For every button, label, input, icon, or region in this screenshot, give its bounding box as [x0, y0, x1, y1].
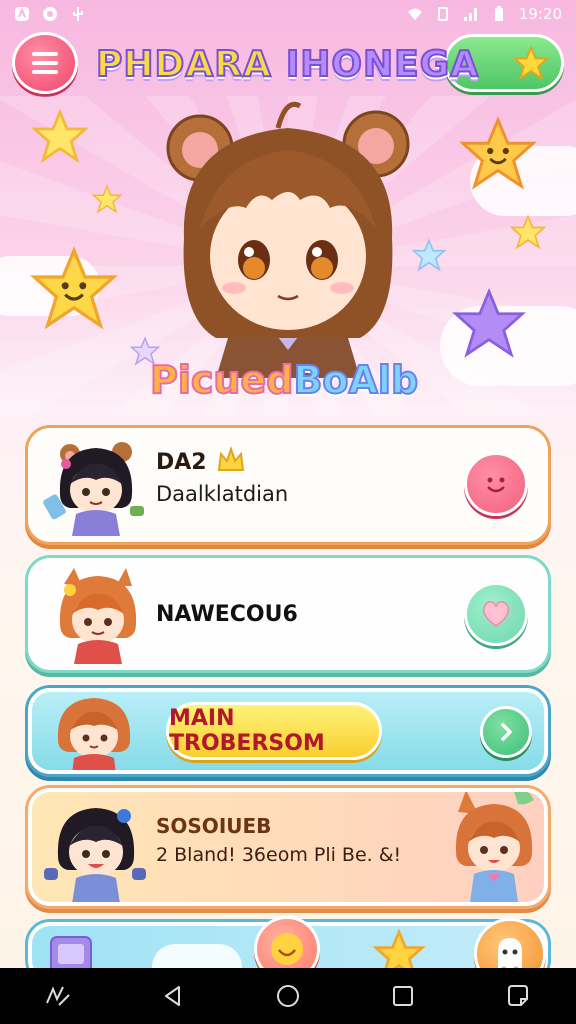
game-title-part2: IHONEGA [285, 43, 480, 86]
star-icon [513, 45, 549, 81]
menu-card-main[interactable]: MAIN TROBERSOM [28, 688, 548, 774]
star-icon [92, 184, 122, 214]
heart-icon [483, 601, 509, 627]
card-subtitle: Daalklatdian [156, 482, 289, 506]
main-character-avatar [166, 101, 410, 378]
menu-card-sosoiueb[interactable]: SOSOIUEB 2 Bland! 36eom Pli Be. &! [28, 788, 548, 906]
hamburger-icon [32, 52, 58, 56]
menu-card-nawecou6[interactable]: NAWECOU6 [28, 558, 548, 670]
wifi-icon [407, 8, 422, 20]
star-icon [510, 214, 546, 250]
character-avatar [57, 698, 131, 770]
card-title: SOSOIUEB [156, 814, 272, 838]
back-icon[interactable] [159, 982, 187, 1010]
card-title: NAWECOU6 [156, 602, 298, 627]
smiling-star-icon [30, 246, 118, 330]
main-action-button[interactable]: MAIN TROBERSOM [166, 702, 382, 760]
card-subtitle: 2 Bland! 36eom Pli Be. &! [156, 844, 402, 866]
hero-banner: Picued BoAlb [0, 96, 576, 416]
smile-icon [271, 933, 303, 965]
next-button[interactable] [480, 706, 532, 758]
character-avatar [43, 442, 144, 536]
star-icon [32, 108, 88, 164]
android-nav-bar [0, 968, 576, 1024]
game-title: PHDARA IHONEGA [95, 34, 480, 94]
home-icon[interactable] [274, 982, 302, 1010]
usb-icon [73, 7, 83, 21]
hero-badge-part2: BoAlb [292, 357, 419, 403]
smile-icon [487, 477, 505, 493]
screenshot-icon[interactable] [504, 982, 532, 1010]
heart-button[interactable] [464, 582, 528, 646]
status-right: 19:20 [407, 5, 562, 23]
status-bar: 19:20 [0, 0, 576, 28]
crown-icon [217, 446, 245, 471]
notification-b-icon [43, 7, 57, 21]
character-avatar [455, 792, 534, 902]
hero-badge-part1: Picued [149, 357, 294, 403]
chevron-right-icon [501, 723, 512, 741]
character-avatar [44, 808, 146, 902]
game-title-part1: PHDARA [95, 43, 272, 86]
notification-a-icon [15, 7, 29, 21]
gesture-icon[interactable] [44, 982, 72, 1010]
menu-card-da2[interactable]: DA2 Daalklatdian [28, 428, 548, 542]
smiling-star-icon [459, 116, 537, 190]
status-time: 19:20 [518, 5, 562, 23]
signal-icon [463, 8, 477, 21]
recents-icon[interactable] [389, 982, 417, 1010]
card-title: DA2 [156, 450, 207, 475]
vibrate-icon [437, 7, 448, 21]
purple-star-icon [452, 287, 526, 358]
battery-icon [494, 6, 503, 21]
character-avatar [59, 568, 137, 664]
menu-button[interactable] [12, 32, 78, 94]
status-left [14, 6, 86, 22]
smile-button[interactable] [464, 452, 528, 516]
hero-badge-text: Picued BoAlb [149, 352, 440, 408]
